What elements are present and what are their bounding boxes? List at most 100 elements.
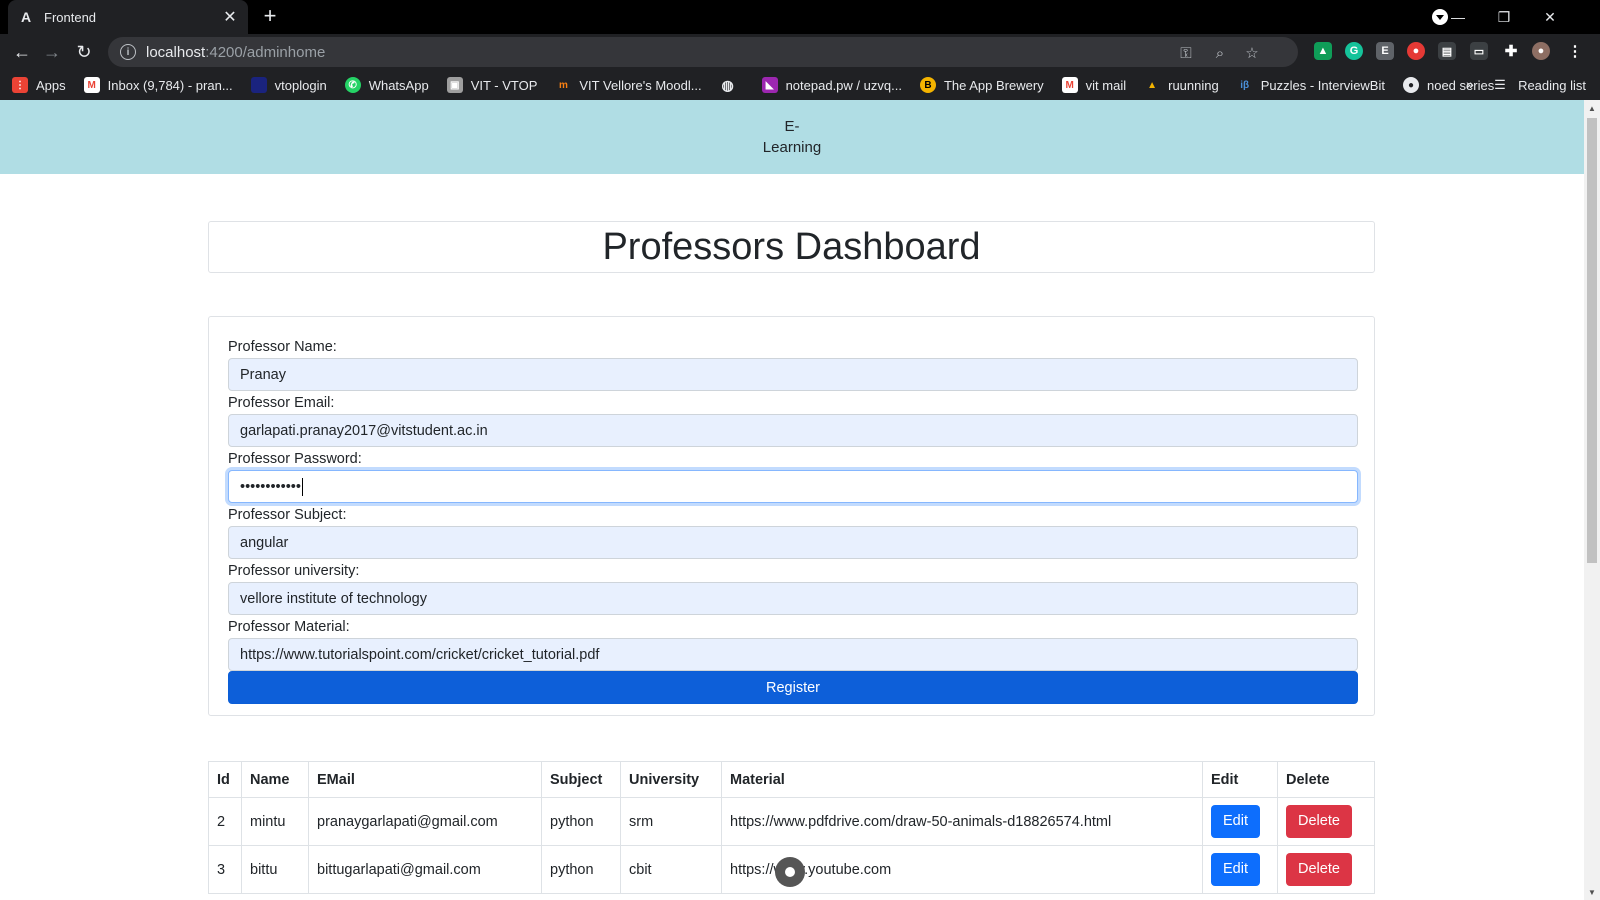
new-tab-button[interactable]: + [258,5,282,29]
register-button[interactable]: Register [228,671,1358,704]
forward-arrow-icon[interactable]: → [40,40,64,64]
bookmark-apps[interactable]: ⋮ Apps [12,77,66,93]
cell-name: bittu [241,845,309,894]
google-drive-icon[interactable]: ▲ [1314,42,1332,60]
cell-material: https://www.pdfdrive.com/draw-50-animals… [721,797,1203,846]
bookmark-inbox[interactable]: M Inbox (9,784) - pran... [83,77,233,93]
browser-titlebar: A Frontend ✕ + — ❐ ✕ [0,0,1600,34]
professor-name-input[interactable]: Pranay [228,358,1358,391]
interviewbit-icon: iβ [1240,79,1250,91]
cell-delete: Delete [1277,845,1375,894]
extension-red-icon[interactable]: ● [1407,42,1425,60]
page-title: Professors Dashboard [602,225,981,268]
professor-email-label: Professor Email: [228,395,335,411]
bookmark-vtoplogin[interactable]: vtoplogin [250,77,327,93]
reload-icon[interactable]: ↻ [72,40,96,64]
header-edit: Edit [1202,761,1278,798]
table-header-row: Id Name EMail Subject University Materia… [208,761,1375,798]
cell-edit: Edit [1202,845,1278,894]
cell-university: srm [620,797,722,846]
bookmark-app-brewery[interactable]: B The App Brewery [919,77,1044,93]
professor-form: Professor Name: Pranay Professor Email: … [208,316,1375,716]
scrollbar-thumb[interactable] [1587,118,1597,563]
professor-material-label: Professor Material: [228,619,350,635]
page-viewport: E- Learning Professors Dashboard Profess… [0,100,1584,900]
professor-university-label: Professor university: [228,563,360,579]
edit-button[interactable]: Edit [1211,853,1260,886]
bookmark-globe[interactable]: ◍ [720,77,744,93]
site-info-icon[interactable]: i [120,44,136,60]
edit-button[interactable]: Edit [1211,805,1260,838]
professor-password-label: Professor Password: [228,451,362,467]
header-university: University [620,761,722,798]
mouse-cursor-indicator-icon [775,857,805,887]
profile-avatar-icon[interactable]: ● [1532,42,1550,60]
window-close-icon[interactable]: ✕ [1527,0,1573,34]
brand-line1: E- [784,118,800,135]
professor-password-input[interactable]: •••••••••••• [228,470,1358,503]
apps-grid-icon: ⋮ [12,77,28,93]
cell-delete: Delete [1277,797,1375,846]
menu-kebab-icon[interactable]: ⋮ [1566,42,1584,60]
notepad-icon: ◣ [761,77,778,93]
header-id: Id [208,761,242,798]
bookmark-noed-series[interactable]: ● noed series [1402,77,1494,93]
header-name: Name [241,761,309,798]
header-material: Material [721,761,1203,798]
professor-email-input[interactable]: garlapati.pranay2017@vitstudent.ac.in [228,414,1358,447]
zoom-icon[interactable]: ⌕ [1210,43,1230,63]
minimize-icon[interactable]: — [1435,0,1481,34]
bookmark-vit-vtop[interactable]: ▣ VIT - VTOP [446,77,537,93]
bookmark-star-icon[interactable]: ☆ [1242,43,1262,63]
title-card: Professors Dashboard [208,221,1375,273]
professor-subject-input[interactable]: angular [228,526,1358,559]
extension-pages-icon[interactable]: ▤ [1438,42,1456,60]
app-brewery-icon: B [919,77,936,93]
navbar-brand[interactable]: E- Learning [757,116,827,158]
professor-university-input[interactable]: vellore institute of technology [228,582,1358,615]
bookmark-interviewbit[interactable]: iβ Puzzles - InterviewBit [1237,77,1385,93]
delete-button[interactable]: Delete [1286,805,1352,838]
whatsapp-icon: ✆ [344,77,361,93]
extensions-puzzle-icon[interactable]: ✚ [1502,42,1520,60]
cell-id: 2 [208,797,242,846]
github-icon: ● [1402,77,1419,93]
address-bar[interactable]: i localhost:4200/adminhome ⚿ ⌕ ☆ [108,37,1298,67]
bookmark-vit-moodle[interactable]: m VIT Vellore's Moodl... [555,77,702,93]
restore-icon[interactable]: ❐ [1481,0,1527,34]
professor-material-input[interactable]: https://www.tutorialspoint.com/cricket/c… [228,638,1358,671]
extension-e-icon[interactable]: E [1376,42,1394,60]
header-delete: Delete [1277,761,1375,798]
delete-button[interactable]: Delete [1286,853,1352,886]
tab-close-icon[interactable]: ✕ [222,9,238,26]
browser-tab[interactable]: A Frontend ✕ [8,0,248,34]
bookmark-vit-mail[interactable]: Mvit mail [1061,77,1126,93]
bookmark-whatsapp[interactable]: ✆ WhatsApp [344,77,429,93]
reading-list-button[interactable]: ☰ Reading list [1494,70,1586,100]
url-host: localhost [146,43,206,61]
extension-media-icon[interactable]: ▭ [1470,42,1488,60]
header-subject: Subject [541,761,621,798]
key-icon[interactable]: ⚿ [1176,43,1196,63]
bookmark-notepad[interactable]: ◣ notepad.pw / uzvq... [761,77,902,93]
grammarly-icon[interactable]: G [1345,42,1363,60]
navbar: E- Learning [0,100,1584,174]
bookmarks-bar: ⋮ Apps M Inbox (9,784) - pran... vtoplogin… [0,70,1600,100]
vtop-icon [250,77,267,93]
cell-email: bittugarlapati@gmail.com [308,845,542,894]
angular-favicon-icon: A [20,9,32,25]
cell-edit: Edit [1202,797,1278,846]
back-arrow-icon[interactable]: ← [10,40,34,64]
bookmarks-overflow-icon[interactable]: » [1466,76,1474,92]
url-path: :4200/adminhome [205,43,326,61]
scroll-down-arrow-icon[interactable]: ▼ [1584,884,1600,900]
professor-subject-label: Professor Subject: [228,507,347,523]
cell-email: pranaygarlapati@gmail.com [308,797,542,846]
page-scrollbar[interactable]: ▲ ▼ [1584,100,1600,900]
scroll-up-arrow-icon[interactable]: ▲ [1584,100,1600,116]
brand-line2: Learning [762,139,822,156]
moodle-icon: m [558,79,568,91]
bookmark-ruunning[interactable]: ▲ ruunning [1144,77,1219,93]
cell-id: 3 [208,845,242,894]
text-caret [301,477,303,496]
